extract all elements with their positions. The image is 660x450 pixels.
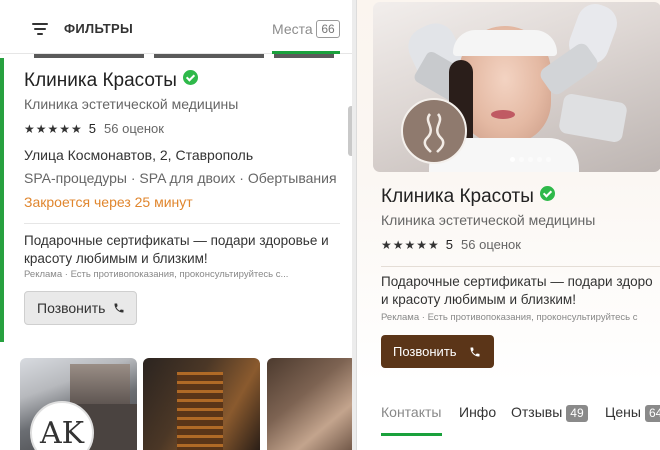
verified-icon: [182, 70, 198, 85]
gallery-photo[interactable]: [143, 358, 260, 450]
call-button-label: Позвонить: [37, 300, 106, 316]
filter-icon[interactable]: [32, 23, 48, 35]
tab-info[interactable]: Инфо: [459, 404, 496, 420]
verified-icon: [539, 186, 555, 201]
scrollbar[interactable]: [348, 106, 352, 156]
stars-icon: ★★★★★: [381, 238, 440, 252]
tab-label: Цены: [605, 404, 641, 420]
hero-photo[interactable]: [373, 2, 660, 172]
stars-icon: ★★★★★: [24, 122, 83, 136]
result-card[interactable]: Клиника Красоты Клиника эстетической мед…: [0, 58, 352, 342]
tab-contacts[interactable]: Контакты: [381, 404, 441, 420]
rating-value: 5: [88, 121, 97, 136]
detail-tabs: Контакты Инфо Отзывы49 Цены64: [357, 390, 660, 450]
tab-places[interactable]: Места 66: [272, 18, 340, 54]
ad-tag: Реклама: [24, 269, 63, 280]
filter-bar: ФИЛЬТРЫ Места 66: [0, 0, 352, 54]
disclaimer-text: Есть противопоказания, проконсультируйте…: [70, 269, 289, 280]
org-name: Клиника Красоты: [381, 186, 534, 207]
tab-label: Инфо: [459, 404, 497, 420]
org-detail-panel: Клиника Красоты Клиника эстетической мед…: [356, 0, 660, 450]
org-category: Клиника эстетической медицины: [381, 212, 596, 228]
next-card-gallery: AK: [0, 346, 352, 450]
rating-row[interactable]: ★★★★★ 5 56 оценок: [381, 237, 521, 252]
gallery-photo[interactable]: AK: [20, 358, 137, 450]
places-label: Места: [272, 21, 313, 37]
tab-prices[interactable]: Цены64: [605, 404, 660, 422]
org-name: Клиника Красоты: [24, 70, 177, 91]
ad-disclaimer: Реклама · Есть противопоказания, проконс…: [24, 269, 289, 280]
divider: [381, 266, 660, 267]
org-services: SPA-процедуры · SPA для двоих · Обертыва…: [24, 170, 337, 186]
filters-button[interactable]: ФИЛЬТРЫ: [64, 21, 133, 36]
ad-line: и красоту любимым и близким!: [381, 292, 576, 307]
reviews-count: 56 оценок: [461, 237, 521, 252]
reviews-count: 56 оценок: [104, 121, 164, 136]
card-title[interactable]: Клиника Красоты: [24, 70, 198, 92]
call-button-label: Позвонить: [393, 344, 457, 359]
tab-label: Отзывы: [511, 404, 563, 420]
divider: [24, 223, 340, 224]
rating-value: 5: [445, 237, 454, 252]
ad-text[interactable]: Подарочные сертификаты — подари здоровье…: [24, 232, 344, 268]
phone-icon: [114, 303, 124, 313]
disclaimer-text: Есть противопоказания, проконсультируйте…: [427, 312, 638, 323]
org-category: Клиника эстетической медицины: [24, 96, 239, 112]
results-panel: ФИЛЬТРЫ Места 66 Клиника Красоты Клиника…: [0, 0, 352, 450]
ad-tag: Реклама: [381, 312, 420, 323]
call-button[interactable]: Позвонить: [24, 291, 137, 325]
opening-hours: Закроется через 25 минут: [24, 194, 193, 210]
prices-badge: 64: [644, 405, 660, 422]
rating-row: ★★★★★ 5 56 оценок: [24, 121, 164, 136]
ad-disclaimer: Реклама · Есть противопоказания, проконс…: [381, 312, 638, 323]
brand-logo-icon: [401, 98, 467, 164]
places-count-badge: 66: [316, 20, 340, 38]
tab-reviews[interactable]: Отзывы 49: [511, 404, 588, 422]
call-button[interactable]: Позвонить: [381, 335, 494, 368]
reviews-badge: 49: [566, 405, 588, 422]
ad-line: Подарочные сертификаты — подари здоро: [381, 274, 653, 289]
ad-text[interactable]: Подарочные сертификаты — подари здоро и …: [381, 273, 660, 309]
org-address: Улица Космонавтов, 2, Ставрополь: [24, 147, 254, 163]
tab-label: Контакты: [381, 404, 442, 420]
detail-title: Клиника Красоты: [381, 186, 555, 208]
gallery-photo[interactable]: [267, 358, 352, 450]
phone-icon: [470, 347, 480, 357]
active-tab-indicator: [381, 433, 442, 436]
